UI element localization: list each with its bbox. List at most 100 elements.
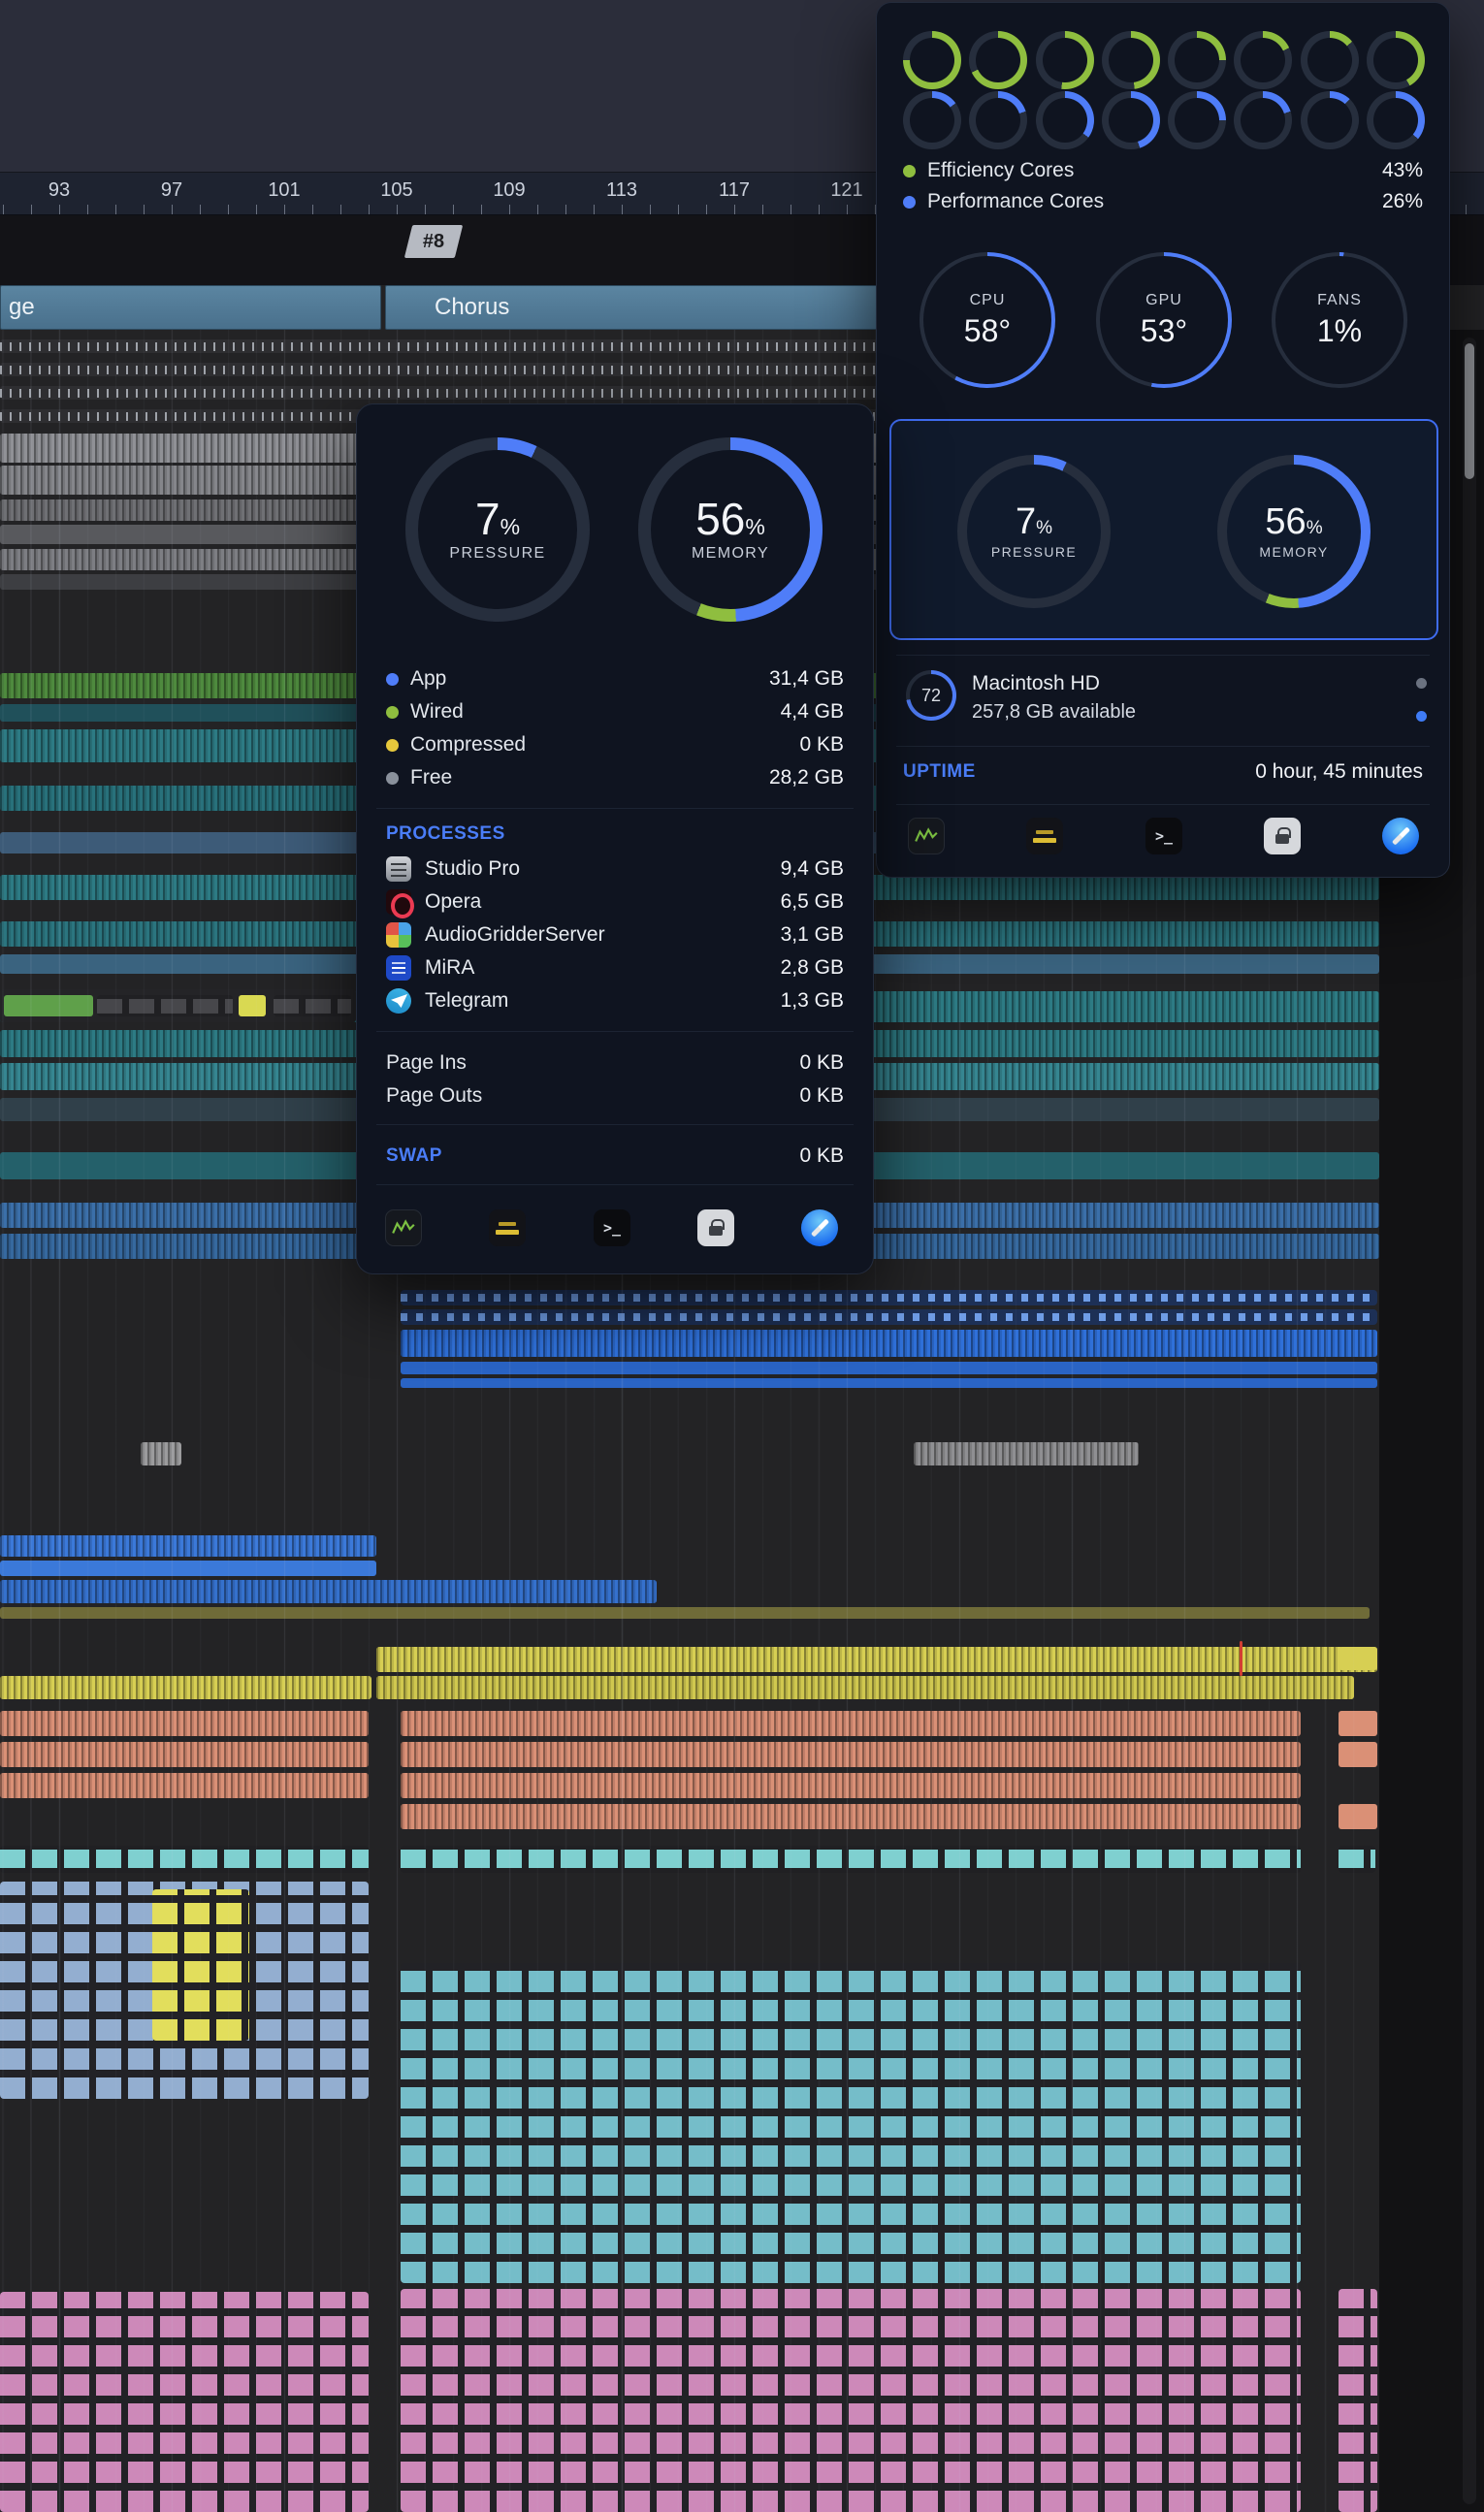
audio-region[interactable] [401,1804,1301,1829]
page-ins-row: Page Ins 0 KB [386,1048,844,1078]
memory-unit: % [1307,518,1323,538]
audio-region[interactable] [914,1442,1139,1465]
midi-grid-region[interactable] [152,1889,249,2041]
section-region-left[interactable]: ge [0,285,381,330]
audio-region[interactable] [0,1580,657,1603]
midi-grid-region[interactable] [0,2292,369,2512]
process-row[interactable]: Studio Pro 9,4 GB [386,854,844,884]
audio-region[interactable] [401,1773,1301,1798]
efficiency-dot [903,165,916,177]
free-value: 28,2 GB [769,766,844,789]
process-row[interactable]: Telegram 1,3 GB [386,986,844,1015]
ruler-number: 101 [268,179,300,202]
ruler-number: 105 [380,179,412,202]
browser-compass-icon[interactable] [801,1209,838,1246]
process-row[interactable]: AudioGridderServer 3,1 GB [386,920,844,950]
process-name: Telegram [425,989,508,1013]
pressure-unit: % [500,514,520,539]
ruler-number: 121 [830,179,862,202]
audio-region[interactable] [0,1535,376,1557]
audio-region[interactable] [0,1607,1370,1619]
marker-label: #8 [423,231,444,253]
audio-region[interactable] [1339,1804,1377,1829]
browser-compass-icon[interactable] [1382,818,1419,854]
disk-read-dot [1416,678,1427,689]
gpu-temp-gauge: GPU 53° [1096,252,1232,388]
midi-grid-region[interactable] [1339,2289,1377,2512]
efficiency-label: Efficiency Cores [927,159,1074,182]
playhead-marker [1240,1641,1242,1676]
disk-usage-gauge: 72 [906,670,956,721]
terminal-icon[interactable]: >_ [594,1209,630,1246]
status-widget-icon[interactable] [1026,818,1063,854]
clip-green[interactable] [4,995,93,1016]
performance-value: 26% [1382,190,1423,213]
midi-region[interactable] [0,1846,369,1873]
vertical-scrollbar[interactable] [1463,338,1476,2504]
uptime-row: UPTIME 0 hour, 45 minutes [903,757,1423,787]
midi-region[interactable] [1339,1846,1375,1873]
process-value: 9,4 GB [781,857,844,881]
ruler-number: 93 [48,179,70,202]
process-value: 2,8 GB [781,956,844,980]
scrollbar-thumb[interactable] [1465,343,1474,479]
lock-icon[interactable] [1264,818,1301,854]
process-value: 6,5 GB [781,890,844,914]
midi-grid-region[interactable] [401,1963,1301,2283]
audio-region[interactable] [376,1647,1377,1672]
performance-label: Performance Cores [927,190,1104,213]
activity-graph-icon[interactable] [385,1209,422,1246]
audio-region[interactable] [401,1330,1377,1357]
page-ins-value: 0 KB [799,1051,844,1075]
terminal-glyph: >_ [603,1219,621,1237]
midi-region[interactable] [401,1846,1301,1873]
midi-region[interactable] [401,1290,1377,1305]
divider [376,808,854,809]
clip-slots[interactable] [274,995,351,1016]
divider [376,1184,854,1185]
clip-slots[interactable] [97,995,233,1016]
audio-region[interactable] [0,1711,369,1736]
terminal-icon[interactable]: >_ [1145,818,1182,854]
free-label: Free [410,766,452,789]
legend-row-compressed: Compressed 0 KB [386,730,844,759]
audio-region[interactable] [0,1561,376,1576]
telegram-icon [386,988,411,1014]
legend-row-free: Free 28,2 GB [386,763,844,792]
audio-region[interactable] [141,1442,181,1465]
marker-flag[interactable]: #8 [404,225,463,258]
memory-popover: 7% PRESSURE 56% MEMORY App 31,4 GB Wired… [356,403,874,1274]
performance-dot [903,196,916,209]
process-row[interactable]: Opera 6,5 GB [386,887,844,917]
memory-value: 56 [695,494,745,544]
wired-value: 4,4 GB [781,700,844,724]
legend-row-wired: Wired 4,4 GB [386,697,844,726]
swap-row: SWAP 0 KB [386,1142,844,1171]
audio-region[interactable] [1339,1711,1377,1736]
status-widget-icon[interactable] [489,1209,526,1246]
efficiency-cores-legend: Efficiency Cores 43% [903,156,1423,185]
audio-region[interactable] [401,1742,1301,1767]
process-row[interactable]: MiRA 2,8 GB [386,953,844,982]
core-gauge [1234,91,1292,149]
activity-graph-icon[interactable] [908,818,945,854]
core-gauge [969,31,1027,89]
audio-region[interactable] [1339,1647,1377,1670]
cpu-temp-gauge: CPU 58° [919,252,1055,388]
audio-region[interactable] [0,1773,369,1798]
audio-region[interactable] [0,1676,371,1699]
graph-line [391,1215,416,1240]
memory-summary-box[interactable]: 7% PRESSURE 56% MEMORY [889,419,1438,640]
wired-label: Wired [410,700,464,724]
midi-region[interactable] [401,1309,1377,1325]
lock-icon[interactable] [697,1209,734,1246]
audio-region[interactable] [376,1676,1354,1699]
audio-region[interactable] [0,1742,369,1767]
midi-grid-region[interactable] [401,2289,1301,2512]
audio-region[interactable] [401,1362,1377,1374]
performance-core-gauges [903,91,1425,149]
audio-region[interactable] [401,1378,1377,1388]
audio-region[interactable] [401,1711,1301,1736]
clip-yellow[interactable] [239,995,266,1016]
audio-region[interactable] [1339,1742,1377,1767]
